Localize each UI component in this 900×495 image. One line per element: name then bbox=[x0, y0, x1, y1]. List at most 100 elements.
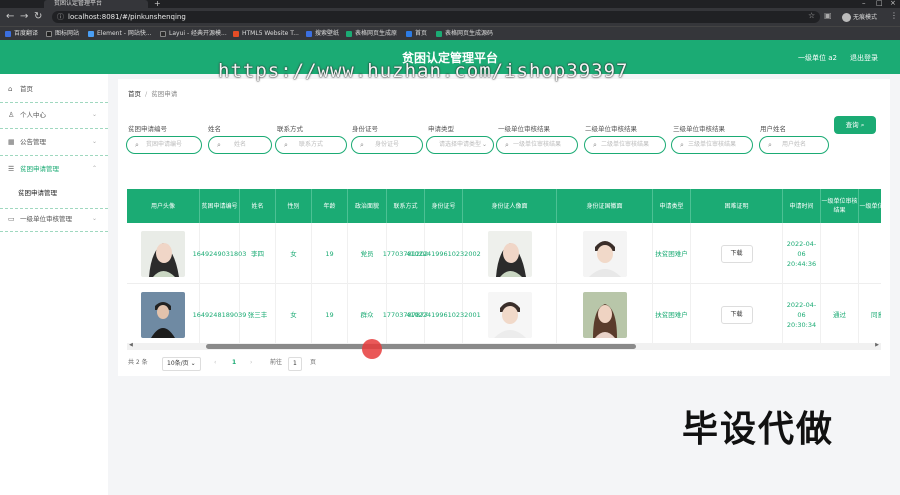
divider bbox=[0, 155, 108, 156]
sidebar-item-poverty[interactable]: ☰ 贫困申请管理 ⌃ bbox=[0, 158, 108, 180]
url-input[interactable]: ⓘ localhost:8081/#/pinkunshenqing bbox=[52, 11, 820, 23]
watermark-text: 毕设代做 bbox=[682, 409, 835, 450]
reload-icon[interactable]: ↻ bbox=[34, 11, 42, 23]
prev-page-icon[interactable]: ‹ bbox=[214, 357, 216, 369]
next-page-icon[interactable]: › bbox=[250, 357, 252, 369]
table-row: 1649248189039 张三丰 女 19 群众 17703787877 41… bbox=[127, 284, 881, 344]
cell-gender: 女 bbox=[276, 284, 312, 344]
cell-time: 2022-04-06 20:44:36 bbox=[783, 223, 821, 284]
profile-label: 无痕模式 bbox=[853, 14, 878, 21]
logout-link[interactable]: 退出登录 bbox=[850, 53, 878, 63]
page-number[interactable]: 1 bbox=[232, 357, 236, 369]
avatar-photo bbox=[141, 230, 185, 277]
idcard-back-photo bbox=[582, 230, 627, 277]
sidebar-item-home[interactable]: ⌂ 首页 bbox=[0, 78, 108, 100]
filter-input-result3[interactable]: ⌕ 三级单位审核结果 bbox=[671, 136, 753, 154]
bookmark-item[interactable]: 图标网站 bbox=[46, 29, 79, 39]
breadcrumb-home[interactable]: 首页 bbox=[128, 90, 141, 98]
sidebar-item-notice[interactable]: ▦ 公告管理 ⌄ bbox=[0, 131, 108, 153]
menu-icon[interactable]: ⋮ bbox=[890, 11, 898, 20]
info-icon: ⓘ bbox=[57, 13, 64, 21]
search-button[interactable]: 查询 ⌕ bbox=[834, 116, 876, 134]
scroll-right-icon[interactable]: ▶ bbox=[875, 342, 879, 348]
maximize-icon[interactable]: □ bbox=[876, 0, 883, 7]
chevron-up-icon: ⌃ bbox=[92, 165, 98, 172]
column-header: 贫困申请编号 bbox=[200, 189, 240, 223]
cell-time: 2022-04-06 20:30:34 bbox=[783, 284, 821, 344]
forward-icon[interactable]: → bbox=[20, 11, 28, 23]
filter-input-result2[interactable]: ⌕ 二级单位审核结果 bbox=[584, 136, 666, 154]
back-icon[interactable]: ← bbox=[6, 11, 14, 23]
cell-age: 19 bbox=[312, 223, 348, 284]
idcard-back-photo bbox=[582, 291, 627, 338]
sidebar-item-profile[interactable]: ♙ 个人中心 ⌄ bbox=[0, 104, 108, 126]
data-table: 用户头像 贫困申请编号 姓名 性别 年龄 政治面貌 联系方式 身份证号 身份证人… bbox=[127, 189, 881, 344]
main-panel: 首页 / 贫困申请 贫困申请编号 ⌕ 贫困申请编号 姓名 ⌕ 姓名 联系方式 ⌕ 联系方式… bbox=[118, 79, 890, 376]
idcard-front-photo bbox=[487, 291, 532, 338]
download-button[interactable]: 下载 bbox=[720, 305, 753, 324]
address-bar-row: ← → ↻ ⓘ localhost:8081/#/pinkunshenqing ☆… bbox=[0, 8, 900, 26]
filter-label: 姓名 bbox=[208, 125, 221, 133]
divider bbox=[0, 128, 108, 129]
column-header: 一级单位审核 bbox=[859, 189, 881, 223]
horizontal-scrollbar[interactable]: ◀ ▶ bbox=[127, 342, 881, 350]
idcard-back-cell bbox=[557, 223, 653, 284]
bookmark-item[interactable]: 表格网页生成原 bbox=[346, 29, 397, 39]
bookmark-item[interactable]: HTML5 Website T... bbox=[233, 29, 299, 39]
filter-input-result1[interactable]: ⌕ 一级单位审核结果 bbox=[496, 136, 578, 154]
cell-result1-note bbox=[859, 223, 881, 284]
total-count: 共 2 条 bbox=[128, 359, 148, 366]
doc-icon: ▭ bbox=[8, 215, 15, 223]
bookmark-star-icon[interactable]: ☆ bbox=[808, 11, 815, 20]
sidebar-item-unit-review[interactable]: ▭ 一级单位审核管理 ⌄ bbox=[0, 208, 108, 230]
search-icon: ⌕ bbox=[505, 141, 509, 149]
filter-select-type[interactable]: 请选择申请类型 ⌄ bbox=[426, 136, 494, 154]
search-icon: ⌕ bbox=[593, 141, 597, 149]
cell-result1 bbox=[821, 223, 859, 284]
extension-icon[interactable]: ▣ bbox=[824, 11, 832, 20]
idcard-front-cell bbox=[463, 284, 557, 344]
column-header: 困难证明 bbox=[691, 189, 783, 223]
browser-tab[interactable]: 贫困认定管理平台 bbox=[44, 0, 148, 8]
download-button[interactable]: 下载 bbox=[720, 244, 753, 263]
sidebar-subitem-poverty-apply[interactable]: 贫困申请管理 bbox=[0, 183, 108, 203]
cell-age: 19 bbox=[312, 284, 348, 344]
column-header: 申请类型 bbox=[653, 189, 691, 223]
column-header: 身份证号 bbox=[425, 189, 463, 223]
goto-input[interactable]: 1 bbox=[288, 357, 302, 371]
cell-name: 张三丰 bbox=[240, 284, 276, 344]
page-size-select[interactable]: 10条/页 ⌄ bbox=[162, 357, 201, 371]
scrollbar-thumb[interactable] bbox=[206, 344, 636, 349]
bookmark-item[interactable]: 表格网页生成源码 bbox=[436, 29, 493, 39]
search-icon: ⌕ bbox=[768, 141, 772, 149]
column-header: 姓名 bbox=[240, 189, 276, 223]
filter-input-phone[interactable]: ⌕ 联系方式 bbox=[275, 136, 347, 154]
close-icon[interactable]: × bbox=[890, 0, 896, 7]
filter-input-name[interactable]: ⌕ 姓名 bbox=[208, 136, 272, 154]
bookmark-item[interactable]: 百度翻译 bbox=[5, 29, 38, 39]
bookmark-item[interactable]: Layui - 经典开源模... bbox=[160, 29, 227, 39]
bookmark-item[interactable]: Element - 网站快... bbox=[88, 29, 152, 39]
profile-button[interactable]: 无痕模式 bbox=[842, 12, 877, 22]
grid-icon: ▦ bbox=[8, 138, 15, 146]
avatar bbox=[842, 13, 851, 22]
filter-input-apply-no[interactable]: ⌕ 贫困申请编号 bbox=[126, 136, 202, 154]
chevron-down-icon: ⌄ bbox=[92, 138, 98, 145]
new-tab-icon[interactable]: + bbox=[154, 0, 161, 8]
bookmark-item[interactable]: 首页 bbox=[406, 29, 427, 39]
minimize-icon[interactable]: – bbox=[862, 0, 866, 7]
cell-result1: 通过 bbox=[821, 284, 859, 344]
filter-input-idcard[interactable]: ⌕ 身份证号 bbox=[351, 136, 423, 154]
scroll-left-icon[interactable]: ◀ bbox=[129, 342, 133, 348]
column-header: 身份证人像面 bbox=[463, 189, 557, 223]
search-icon: ⌕ bbox=[217, 141, 221, 149]
filter-label: 贫困申请编号 bbox=[128, 125, 167, 133]
sidebar: ⌂ 首页 ♙ 个人中心 ⌄ ▦ 公告管理 ⌄ ☰ 贫困申请管理 ⌃ 贫困申请管理 ▭ 一级单位审… bbox=[0, 74, 108, 495]
cell-type: 扶贫困难户 bbox=[653, 223, 691, 284]
chevron-down-icon: ⌄ bbox=[92, 111, 98, 118]
avatar-photo bbox=[141, 291, 185, 338]
avatar-cell bbox=[127, 284, 200, 344]
bookmark-item[interactable]: 搜索壁纸 bbox=[306, 29, 339, 39]
filter-input-username[interactable]: ⌕ 用户姓名 bbox=[759, 136, 829, 154]
mouse-cursor-highlight bbox=[362, 339, 382, 359]
